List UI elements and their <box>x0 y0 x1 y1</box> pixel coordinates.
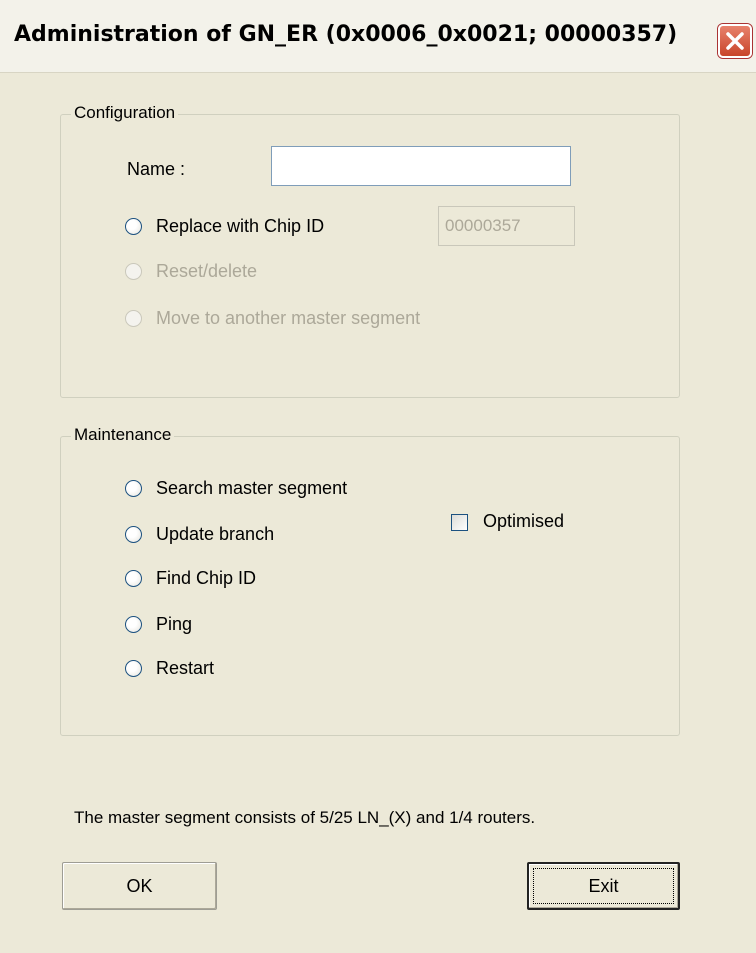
radio-button[interactable] <box>125 659 142 677</box>
title-bar[interactable]: Administration of GN_ER (0x0006_0x0021; … <box>0 0 756 73</box>
configuration-group: Configuration Name : Replace with Chip I… <box>60 103 680 398</box>
radio-button[interactable] <box>125 525 142 543</box>
close-button[interactable] <box>718 24 752 58</box>
radio-button[interactable] <box>125 217 142 235</box>
radio-move-master-segment: Move to another master segment <box>125 305 420 331</box>
replace-label: Replace with Chip ID <box>156 215 325 236</box>
name-label: Name : <box>127 159 186 179</box>
ok-label: OK <box>126 875 153 896</box>
option-label: Search master segment <box>156 477 348 498</box>
radio-button[interactable] <box>125 479 142 497</box>
close-icon <box>726 32 744 50</box>
ok-button[interactable]: OK <box>62 862 217 910</box>
reset-label: Reset/delete <box>156 260 258 281</box>
radio-ping[interactable]: Ping <box>125 611 192 637</box>
optimised-checkbox[interactable] <box>451 514 468 531</box>
optimised-label: Optimised <box>483 511 565 531</box>
status-text: The master segment consists of 5/25 LN_(… <box>74 808 536 827</box>
radio-button[interactable] <box>125 615 142 633</box>
maintenance-legend: Maintenance <box>71 425 175 445</box>
focus-rect <box>533 868 674 904</box>
radio-replace-chip-id[interactable]: Replace with Chip ID <box>125 213 324 239</box>
move-label: Move to another master segment <box>156 307 421 328</box>
radio-update-branch[interactable]: Update branch <box>125 521 274 547</box>
configuration-legend: Configuration <box>71 103 179 123</box>
maintenance-group: Maintenance Search master segment Update… <box>60 425 680 736</box>
radio-button <box>125 309 142 327</box>
radio-reset-delete: Reset/delete <box>125 258 257 284</box>
option-label: Ping <box>156 613 193 634</box>
window-title: Administration of GN_ER (0x0006_0x0021; … <box>14 22 678 47</box>
dialog-window: Administration of GN_ER (0x0006_0x0021; … <box>0 0 756 953</box>
radio-search-master-segment[interactable]: Search master segment <box>125 475 347 501</box>
radio-restart[interactable]: Restart <box>125 655 214 681</box>
option-label: Restart <box>156 657 215 678</box>
radio-find-chip-id[interactable]: Find Chip ID <box>125 565 256 591</box>
chip-id-field <box>438 206 575 246</box>
radio-button <box>125 262 142 280</box>
exit-button[interactable]: Exit <box>527 862 680 910</box>
radio-button[interactable] <box>125 569 142 587</box>
name-input[interactable] <box>271 146 571 186</box>
option-label: Update branch <box>156 523 275 544</box>
option-label: Find Chip ID <box>156 567 257 588</box>
